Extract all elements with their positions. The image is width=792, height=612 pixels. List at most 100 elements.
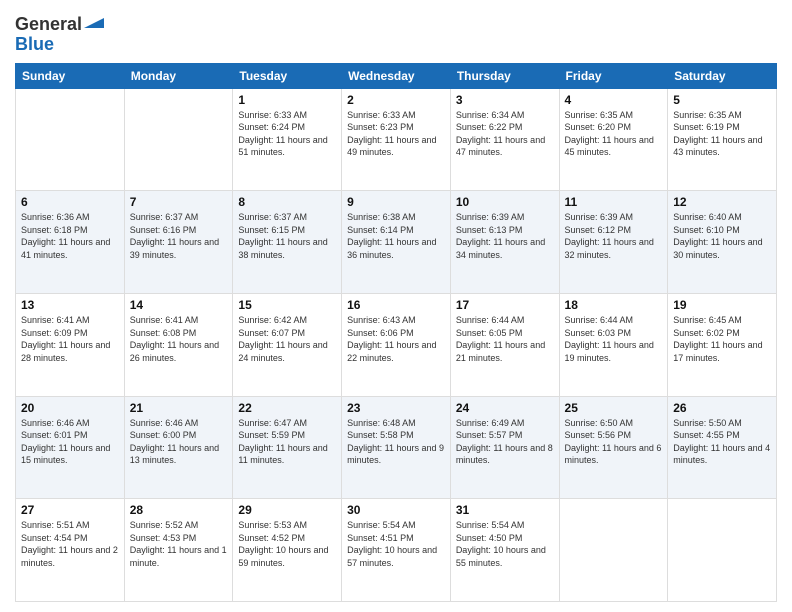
weekday-header-friday: Friday: [559, 63, 668, 88]
day-info: Sunrise: 6:43 AMSunset: 6:06 PMDaylight:…: [347, 314, 445, 364]
calendar-cell-week3-day4: 24Sunrise: 6:49 AMSunset: 5:57 PMDayligh…: [450, 396, 559, 499]
calendar-header-row: SundayMondayTuesdayWednesdayThursdayFrid…: [16, 63, 777, 88]
weekday-header-thursday: Thursday: [450, 63, 559, 88]
day-info: Sunrise: 6:46 AMSunset: 6:00 PMDaylight:…: [130, 417, 228, 467]
day-number: 16: [347, 298, 445, 312]
calendar-cell-week4-day6: [668, 499, 777, 602]
calendar-cell-week4-day4: 31 Sunrise: 5:54 AMSunset: 4:50 PMDayligh…: [450, 499, 559, 602]
day-info: Sunrise: 6:36 AMSunset: 6:18 PMDaylight:…: [21, 211, 119, 261]
day-info: Sunrise: 6:47 AMSunset: 5:59 PMDaylight:…: [238, 417, 336, 467]
day-number: 21: [130, 401, 228, 415]
day-number: 23: [347, 401, 445, 415]
calendar-cell-week3-day1: 21 Sunrise: 6:46 AMSunset: 6:00 PMDayligh…: [124, 396, 233, 499]
day-info: Sunrise: 5:53 AMSunset: 4:52 PMDaylight:…: [238, 519, 336, 569]
calendar-cell-week1-day3: 9 Sunrise: 6:38 AMSunset: 6:14 PMDaylight…: [342, 191, 451, 294]
day-info: Sunrise: 6:50 AMSunset: 5:56 PMDaylight:…: [565, 417, 663, 467]
calendar-week-2: 13Sunrise: 6:41 AMSunset: 6:09 PMDayligh…: [16, 293, 777, 396]
calendar-cell-week2-day4: 17 Sunrise: 6:44 AMSunset: 6:05 PMDayligh…: [450, 293, 559, 396]
day-info: Sunrise: 5:52 AMSunset: 4:53 PMDaylight:…: [130, 519, 228, 569]
day-info: Sunrise: 5:54 AMSunset: 4:50 PMDaylight:…: [456, 519, 554, 569]
calendar-cell-week2-day0: 13Sunrise: 6:41 AMSunset: 6:09 PMDayligh…: [16, 293, 125, 396]
weekday-header-wednesday: Wednesday: [342, 63, 451, 88]
weekday-header-monday: Monday: [124, 63, 233, 88]
day-number: 17: [456, 298, 554, 312]
day-number: 1: [238, 93, 336, 107]
day-number: 9: [347, 195, 445, 209]
calendar-cell-week3-day6: 26 Sunrise: 5:50 AMSunset: 4:55 PMDayligh…: [668, 396, 777, 499]
day-number: 31: [456, 503, 554, 517]
calendar-cell-week0-day0: [16, 88, 125, 191]
day-info: Sunrise: 6:33 AMSunset: 6:23 PMDaylight:…: [347, 109, 445, 159]
day-number: 12: [673, 195, 771, 209]
day-info: Sunrise: 6:45 AMSunset: 6:02 PMDaylight:…: [673, 314, 771, 364]
calendar-cell-week1-day6: 12 Sunrise: 6:40 AMSunset: 6:10 PMDayligh…: [668, 191, 777, 294]
calendar-cell-week2-day3: 16 Sunrise: 6:43 AMSunset: 6:06 PMDayligh…: [342, 293, 451, 396]
day-info: Sunrise: 6:33 AMSunset: 6:24 PMDaylight:…: [238, 109, 336, 159]
weekday-header-tuesday: Tuesday: [233, 63, 342, 88]
calendar-cell-week3-day0: 20Sunrise: 6:46 AMSunset: 6:01 PMDayligh…: [16, 396, 125, 499]
day-info: Sunrise: 5:51 AMSunset: 4:54 PMDaylight:…: [21, 519, 119, 569]
day-number: 18: [565, 298, 663, 312]
calendar-cell-week1-day4: 10 Sunrise: 6:39 AMSunset: 6:13 PMDayligh…: [450, 191, 559, 294]
calendar-table: SundayMondayTuesdayWednesdayThursdayFrid…: [15, 63, 777, 602]
calendar-week-1: 6 Sunrise: 6:36 AMSunset: 6:18 PMDaylight…: [16, 191, 777, 294]
day-number: 29: [238, 503, 336, 517]
calendar-week-4: 27 Sunrise: 5:51 AMSunset: 4:54 PMDayligh…: [16, 499, 777, 602]
day-number: 8: [238, 195, 336, 209]
calendar-cell-week1-day5: 11Sunrise: 6:39 AMSunset: 6:12 PMDayligh…: [559, 191, 668, 294]
day-number: 28: [130, 503, 228, 517]
day-number: 26: [673, 401, 771, 415]
calendar-cell-week1-day0: 6 Sunrise: 6:36 AMSunset: 6:18 PMDaylight…: [16, 191, 125, 294]
calendar-cell-week3-day3: 23 Sunrise: 6:48 AMSunset: 5:58 PMDayligh…: [342, 396, 451, 499]
day-number: 25: [565, 401, 663, 415]
logo: General Blue: [15, 10, 104, 55]
calendar-cell-week0-day6: 5Sunrise: 6:35 AMSunset: 6:19 PMDaylight…: [668, 88, 777, 191]
day-number: 30: [347, 503, 445, 517]
calendar-cell-week4-day5: [559, 499, 668, 602]
day-number: 7: [130, 195, 228, 209]
day-info: Sunrise: 5:54 AMSunset: 4:51 PMDaylight:…: [347, 519, 445, 569]
day-info: Sunrise: 6:44 AMSunset: 6:05 PMDaylight:…: [456, 314, 554, 364]
day-info: Sunrise: 6:40 AMSunset: 6:10 PMDaylight:…: [673, 211, 771, 261]
day-info: Sunrise: 6:48 AMSunset: 5:58 PMDaylight:…: [347, 417, 445, 467]
day-number: 10: [456, 195, 554, 209]
logo-text: General Blue: [15, 10, 104, 55]
weekday-header-sunday: Sunday: [16, 63, 125, 88]
day-info: Sunrise: 6:34 AMSunset: 6:22 PMDaylight:…: [456, 109, 554, 159]
day-number: 27: [21, 503, 119, 517]
day-info: Sunrise: 6:38 AMSunset: 6:14 PMDaylight:…: [347, 211, 445, 261]
logo-triangle-icon: [84, 8, 104, 28]
calendar-cell-week0-day3: 2Sunrise: 6:33 AMSunset: 6:23 PMDaylight…: [342, 88, 451, 191]
day-info: Sunrise: 6:37 AMSunset: 6:15 PMDaylight:…: [238, 211, 336, 261]
weekday-header-saturday: Saturday: [668, 63, 777, 88]
day-number: 22: [238, 401, 336, 415]
calendar-cell-week4-day3: 30 Sunrise: 5:54 AMSunset: 4:51 PMDayligh…: [342, 499, 451, 602]
day-number: 6: [21, 195, 119, 209]
day-number: 5: [673, 93, 771, 107]
calendar-cell-week0-day2: 1 Sunrise: 6:33 AMSunset: 6:24 PMDaylight…: [233, 88, 342, 191]
day-number: 4: [565, 93, 663, 107]
day-info: Sunrise: 5:50 AMSunset: 4:55 PMDaylight:…: [673, 417, 771, 467]
day-number: 11: [565, 195, 663, 209]
calendar-cell-week1-day2: 8 Sunrise: 6:37 AMSunset: 6:15 PMDaylight…: [233, 191, 342, 294]
day-number: 13: [21, 298, 119, 312]
calendar-cell-week0-day4: 3Sunrise: 6:34 AMSunset: 6:22 PMDaylight…: [450, 88, 559, 191]
calendar-cell-week4-day2: 29 Sunrise: 5:53 AMSunset: 4:52 PMDayligh…: [233, 499, 342, 602]
calendar-cell-week0-day1: [124, 88, 233, 191]
day-number: 15: [238, 298, 336, 312]
day-info: Sunrise: 6:39 AMSunset: 6:13 PMDaylight:…: [456, 211, 554, 261]
page: General Blue SundayMondayTuesdayWednesda…: [0, 0, 792, 612]
calendar-cell-week4-day1: 28 Sunrise: 5:52 AMSunset: 4:53 PMDayligh…: [124, 499, 233, 602]
day-number: 14: [130, 298, 228, 312]
calendar-week-0: 1 Sunrise: 6:33 AMSunset: 6:24 PMDaylight…: [16, 88, 777, 191]
calendar-cell-week2-day2: 15Sunrise: 6:42 AMSunset: 6:07 PMDayligh…: [233, 293, 342, 396]
day-info: Sunrise: 6:37 AMSunset: 6:16 PMDaylight:…: [130, 211, 228, 261]
header: General Blue: [15, 10, 777, 55]
calendar-cell-week2-day6: 19 Sunrise: 6:45 AMSunset: 6:02 PMDayligh…: [668, 293, 777, 396]
day-info: Sunrise: 6:35 AMSunset: 6:20 PMDaylight:…: [565, 109, 663, 159]
calendar-cell-week1-day1: 7 Sunrise: 6:37 AMSunset: 6:16 PMDaylight…: [124, 191, 233, 294]
calendar-cell-week4-day0: 27 Sunrise: 5:51 AMSunset: 4:54 PMDayligh…: [16, 499, 125, 602]
calendar-cell-week2-day5: 18Sunrise: 6:44 AMSunset: 6:03 PMDayligh…: [559, 293, 668, 396]
day-number: 19: [673, 298, 771, 312]
logo-content: General Blue: [15, 10, 104, 55]
